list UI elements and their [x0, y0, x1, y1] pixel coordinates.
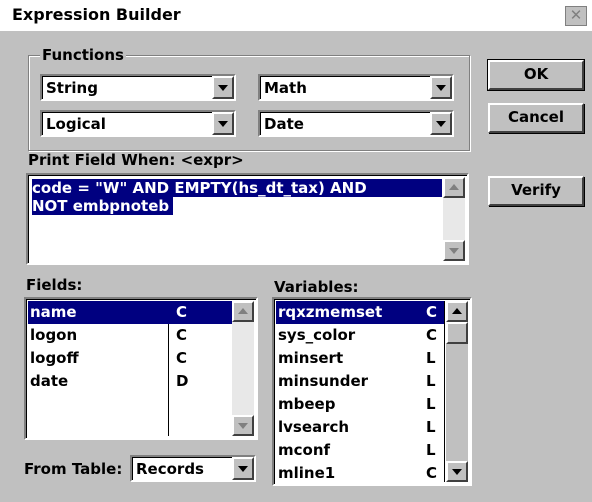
variable-type: L	[426, 395, 436, 413]
date-dropdown[interactable]: Date	[258, 110, 454, 137]
string-dropdown[interactable]: String	[40, 74, 236, 101]
close-icon[interactable]: ✕	[565, 6, 587, 26]
variable-name: minsert	[278, 349, 344, 367]
field-type: C	[176, 326, 188, 344]
variable-name: mbeep	[278, 395, 336, 413]
variables-list[interactable]: rqxzmemset C sys_color C minsert L minsu…	[272, 297, 472, 486]
variable-name: rqxzmemset	[278, 303, 383, 321]
variable-name: mline1	[278, 464, 336, 482]
variables-scrollbar[interactable]	[446, 301, 468, 482]
field-type: C	[176, 349, 188, 367]
chevron-down-icon[interactable]	[212, 112, 234, 135]
variable-type: L	[426, 418, 436, 436]
scroll-up-icon[interactable]	[232, 301, 254, 322]
from-table-value: Records	[136, 460, 204, 478]
list-item[interactable]: minsert L	[276, 347, 444, 370]
chevron-down-icon[interactable]	[232, 457, 254, 480]
variable-name: mconf	[278, 441, 331, 459]
variable-type: C	[426, 464, 438, 482]
from-table-label: From Table:	[24, 460, 123, 478]
window-title: Expression Builder	[12, 5, 181, 24]
ok-button[interactable]: OK	[487, 59, 585, 91]
list-item[interactable]: minsunder L	[276, 370, 444, 393]
field-name: logon	[30, 326, 78, 344]
list-item[interactable]: logon C	[28, 324, 232, 347]
expression-line-2: NOT embpnoteb	[32, 197, 174, 215]
chevron-down-icon[interactable]	[430, 112, 452, 135]
list-item[interactable]: mline1 C	[276, 462, 444, 485]
variable-type: C	[426, 303, 438, 321]
column-separator	[444, 301, 445, 482]
expression-editor[interactable]: code = "W" AND EMPTY(hs_dt_tax) AND NOT …	[26, 173, 469, 265]
field-name: date	[30, 372, 69, 390]
fields-list[interactable]: name C logon C logoff C date D	[24, 297, 258, 440]
variables-label: Variables:	[274, 278, 359, 296]
expression-label: Print Field When: <expr>	[28, 151, 244, 169]
field-type: C	[176, 303, 188, 321]
list-item[interactable]: rqxzmemset C	[276, 301, 444, 324]
title-bar: Expression Builder ✕	[0, 0, 592, 31]
chevron-down-icon[interactable]	[212, 76, 234, 99]
expression-line-1: code = "W" AND EMPTY(hs_dt_tax) AND	[32, 179, 442, 197]
scroll-up-icon[interactable]	[446, 301, 468, 322]
list-item[interactable]: sys_color C	[276, 324, 444, 347]
functions-group-label: Functions	[40, 46, 126, 64]
fields-scrollbar[interactable]	[232, 301, 254, 436]
expression-text[interactable]: code = "W" AND EMPTY(hs_dt_tax) AND NOT …	[32, 179, 442, 215]
variable-type: C	[426, 326, 438, 344]
chevron-down-icon[interactable]	[430, 76, 452, 99]
list-item[interactable]: mconf L	[276, 439, 444, 462]
fields-label: Fields:	[26, 276, 83, 294]
variable-type: L	[426, 349, 436, 367]
expression-scrollbar[interactable]	[443, 177, 465, 261]
list-item[interactable]: name C	[28, 301, 232, 324]
variable-name: sys_color	[278, 326, 356, 344]
variable-name: minsunder	[278, 372, 369, 390]
scroll-up-icon[interactable]	[443, 177, 465, 198]
field-name: logoff	[30, 349, 79, 367]
math-dropdown-value: Math	[264, 79, 307, 97]
variable-type: L	[426, 372, 436, 390]
list-item[interactable]: date D	[28, 370, 232, 393]
field-type: D	[176, 372, 189, 390]
string-dropdown-value: String	[46, 79, 98, 97]
variable-type: L	[426, 441, 436, 459]
list-item[interactable]: logoff C	[28, 347, 232, 370]
verify-button[interactable]: Verify	[488, 176, 584, 206]
scroll-down-icon[interactable]	[232, 415, 254, 436]
scroll-thumb[interactable]	[446, 322, 468, 344]
cancel-button[interactable]: Cancel	[488, 103, 584, 133]
scroll-down-icon[interactable]	[446, 461, 468, 482]
from-table-dropdown[interactable]: Records	[130, 455, 256, 482]
list-item[interactable]: mbeep L	[276, 393, 444, 416]
math-dropdown[interactable]: Math	[258, 74, 454, 101]
field-name: name	[30, 303, 77, 321]
date-dropdown-value: Date	[264, 115, 304, 133]
logical-dropdown-value: Logical	[46, 115, 106, 133]
scroll-down-icon[interactable]	[443, 240, 465, 261]
variable-name: lvsearch	[278, 418, 350, 436]
list-item[interactable]: lvsearch L	[276, 416, 444, 439]
logical-dropdown[interactable]: Logical	[40, 110, 236, 137]
